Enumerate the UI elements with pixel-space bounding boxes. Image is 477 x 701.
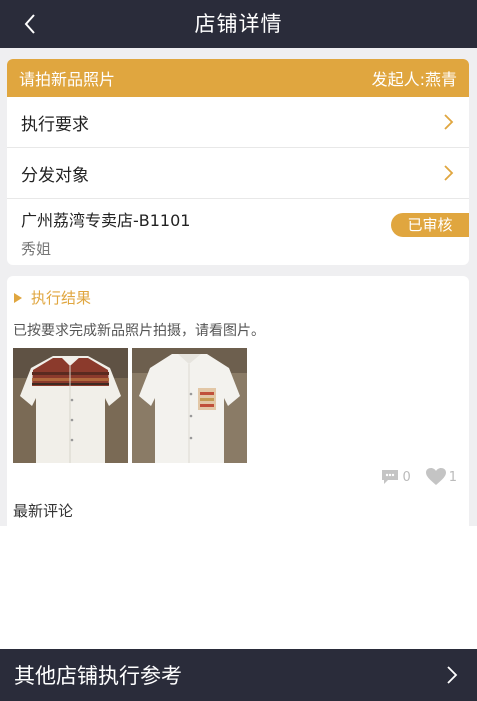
heart-icon[interactable] bbox=[425, 467, 447, 487]
store-owner: 秀姐 bbox=[21, 240, 52, 258]
result-heading: 执行结果 bbox=[31, 289, 92, 307]
result-header: 执行结果 bbox=[13, 287, 91, 308]
photo-list bbox=[13, 348, 247, 463]
like-count: 1 bbox=[448, 469, 457, 485]
result-card: 执行结果 已按要求完成新品照片拍摄，请看图片。 0 1 最新评论 bbox=[7, 276, 469, 526]
comment-count: 0 bbox=[402, 469, 411, 485]
photo-shirt-pocket[interactable] bbox=[132, 348, 247, 463]
task-title: 请拍新品照片 bbox=[19, 70, 116, 89]
task-initiator: 发起人:燕青 bbox=[371, 70, 457, 89]
chevron-right-icon bbox=[447, 666, 458, 684]
result-description: 已按要求完成新品照片拍摄，请看图片。 bbox=[13, 323, 265, 339]
store-row: 广州荔湾专卖店-B1101 秀姐 已审核 bbox=[7, 199, 469, 265]
chevron-right-icon bbox=[444, 165, 454, 181]
task-card: 请拍新品照片 发起人:燕青 执行要求 分发对象 广州荔湾专卖店-B1101 秀姐… bbox=[7, 59, 469, 265]
execution-requirements-row[interactable]: 执行要求 bbox=[7, 97, 469, 148]
latest-comments-label: 最新评论 bbox=[13, 502, 74, 520]
page-title: 店铺详情 bbox=[194, 12, 283, 36]
triangle-right-icon bbox=[14, 292, 22, 303]
footer-label: 其他店铺执行参考 bbox=[14, 664, 182, 688]
other-stores-reference-bar[interactable]: 其他店铺执行参考 bbox=[0, 649, 477, 701]
status-badge: 已审核 bbox=[391, 213, 469, 237]
row-label: 分发对象 bbox=[21, 165, 89, 186]
comment-icon[interactable] bbox=[380, 468, 400, 486]
top-bar: 店铺详情 bbox=[0, 0, 477, 48]
distribution-target-row[interactable]: 分发对象 bbox=[7, 148, 469, 199]
store-detail-page: 店铺详情 请拍新品照片 发起人:燕青 执行要求 分发对象 广州荔湾专卖店-B11… bbox=[0, 0, 477, 701]
row-label: 执行要求 bbox=[21, 114, 89, 135]
comments-area bbox=[0, 526, 477, 649]
chevron-right-icon bbox=[444, 114, 454, 130]
task-header: 请拍新品照片 发起人:燕青 bbox=[7, 59, 469, 97]
store-name: 广州荔湾专卖店-B1101 bbox=[21, 211, 191, 230]
photo-shirt-striped[interactable] bbox=[13, 348, 128, 463]
stats-bar: 0 1 bbox=[380, 467, 457, 487]
